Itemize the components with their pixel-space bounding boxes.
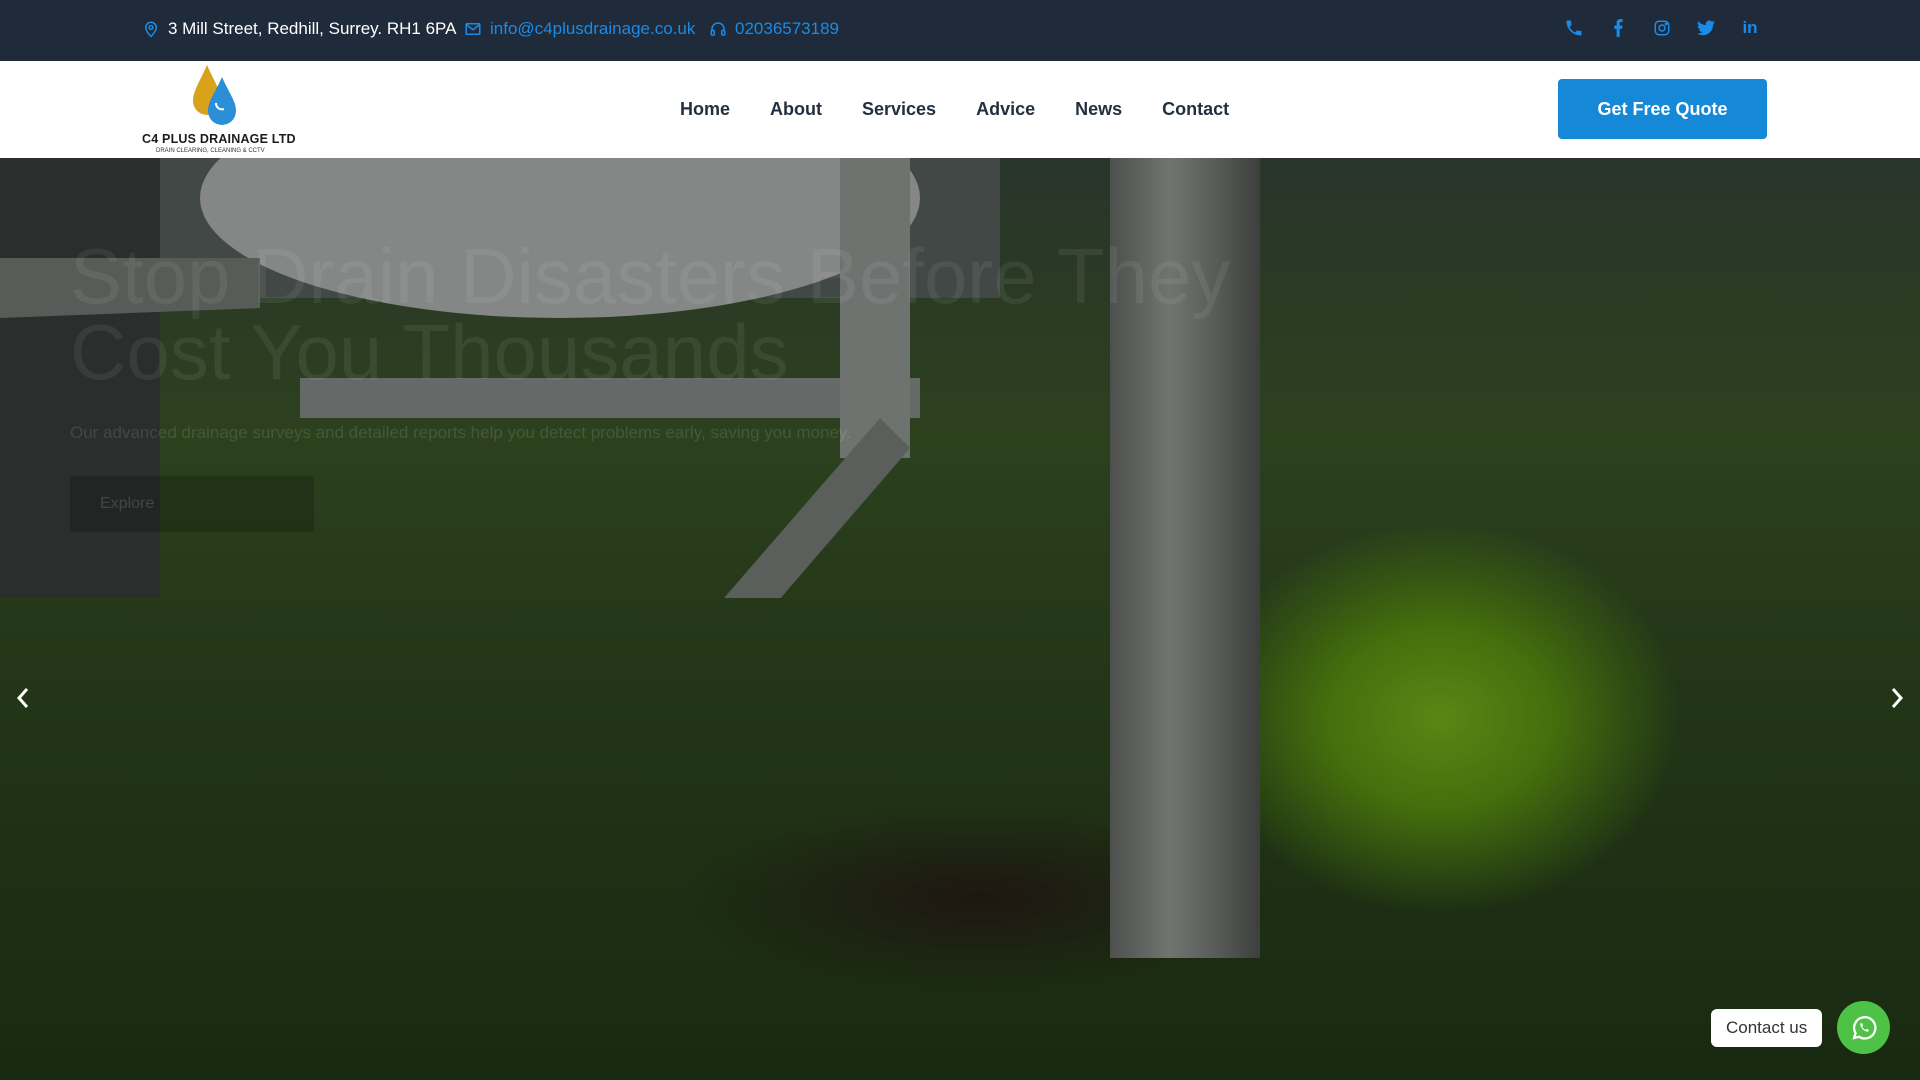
nav-news[interactable]: News <box>1055 99 1142 120</box>
site-header: C4 PLUS DRAINAGE LTD DRAIN CLEARING, CLE… <box>0 61 1920 158</box>
contact-us-widget[interactable]: Contact us <box>1711 1001 1890 1054</box>
phone-icon[interactable] <box>1564 18 1584 38</box>
facebook-icon[interactable] <box>1608 18 1628 38</box>
linkedin-icon[interactable]: in <box>1740 18 1760 38</box>
instagram-icon[interactable] <box>1652 18 1672 38</box>
hero-slider: Stop Drain Disasters Before They Cost Yo… <box>0 158 1920 1080</box>
nav-home[interactable]: Home <box>660 99 750 120</box>
company-logo[interactable]: C4 PLUS DRAINAGE LTD DRAIN CLEARING, CLE… <box>140 63 300 155</box>
logo-tagline: DRAIN CLEARING, CLEANING & CCTV <box>156 148 265 154</box>
main-nav: Home About Services Advice News Contact <box>660 61 1249 158</box>
envelope-icon <box>464 20 482 38</box>
phone-link[interactable]: 02036573189 <box>735 19 839 39</box>
headphones-icon <box>709 20 727 38</box>
hero-subtitle: Our advanced drainage surveys and detail… <box>70 423 851 442</box>
hero-title: Stop Drain Disasters Before They Cost Yo… <box>70 232 1231 396</box>
map-pin-icon <box>142 20 160 38</box>
social-links: in <box>1564 0 1760 56</box>
email-link[interactable]: info@c4plusdrainage.co.uk <box>490 19 695 39</box>
whatsapp-icon[interactable] <box>1837 1001 1890 1054</box>
contact-us-label[interactable]: Contact us <box>1711 1009 1823 1047</box>
nav-contact[interactable]: Contact <box>1142 99 1249 120</box>
slider-prev-arrow-icon[interactable] <box>8 678 38 718</box>
nav-advice[interactable]: Advice <box>956 99 1055 120</box>
twitter-icon[interactable] <box>1696 18 1716 38</box>
explore-button[interactable]: Explore <box>70 476 314 532</box>
nav-services[interactable]: Services <box>842 99 956 120</box>
nav-about[interactable]: About <box>750 99 842 120</box>
water-drop-logo-icon <box>193 65 236 125</box>
address-info: 3 Mill Street, Redhill, Surrey. RH1 6PA <box>142 0 456 58</box>
email-info[interactable]: info@c4plusdrainage.co.uk <box>464 0 695 58</box>
logo-name: C4 PLUS DRAINAGE LTD <box>142 132 296 146</box>
address-text: 3 Mill Street, Redhill, Surrey. RH1 6PA <box>168 19 457 38</box>
get-free-quote-button[interactable]: Get Free Quote <box>1558 79 1767 139</box>
phone-info[interactable]: 02036573189 <box>709 0 839 58</box>
top-info-bar: 3 Mill Street, Redhill, Surrey. RH1 6PA … <box>0 0 1920 61</box>
slider-next-arrow-icon[interactable] <box>1882 678 1912 718</box>
